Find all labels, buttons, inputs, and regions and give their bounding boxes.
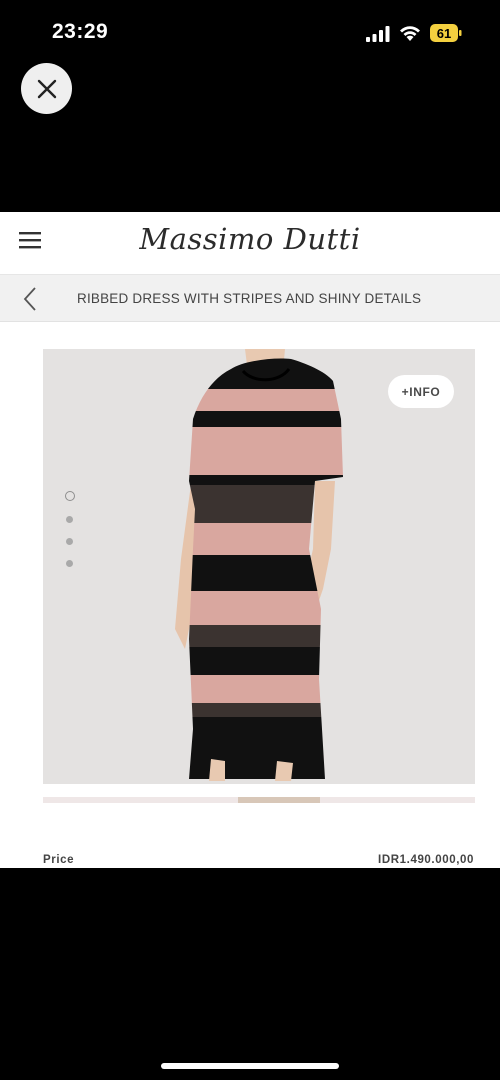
site-header: Massimo Dutti [0,212,500,275]
product-title: RIBBED DRESS WITH STRIPES AND SHINY DETA… [77,291,422,306]
next-image-peek [43,797,475,803]
home-indicator [161,1063,339,1069]
gallery-pagination [65,491,75,582]
product-photo [175,349,343,781]
chevron-left-icon[interactable] [22,287,38,311]
gallery-dot[interactable] [66,516,73,523]
wifi-icon [400,26,420,41]
status-bar: 23:29 61 [0,0,500,66]
product-page: Massimo Dutti RIBBED DRESS WITH STRIPES … [0,212,500,868]
price-value: IDR1.490.000,00 [378,854,474,866]
gallery-dot[interactable] [66,538,73,545]
close-icon [37,79,56,98]
gallery-dot[interactable] [65,491,75,501]
next-image-preview [238,797,320,803]
battery-icon: 61 [430,24,462,42]
cellular-signal-icon [366,26,390,42]
brand-logo[interactable]: Massimo Dutti [0,222,500,256]
info-button[interactable]: +INFO [388,375,454,408]
close-button[interactable] [21,63,72,114]
product-title-bar: RIBBED DRESS WITH STRIPES AND SHINY DETA… [0,275,500,322]
status-time: 23:29 [52,20,109,43]
price-label: Price [43,854,75,866]
battery-level: 61 [437,26,451,41]
gallery-dot[interactable] [66,560,73,567]
product-image-gallery[interactable]: +INFO [43,349,475,784]
